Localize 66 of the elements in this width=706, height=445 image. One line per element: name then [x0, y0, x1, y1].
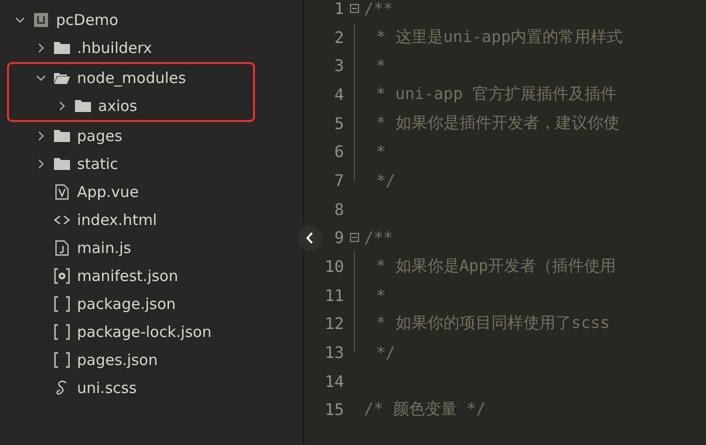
chevron-left-icon — [306, 232, 314, 244]
code-comment: */ — [375, 170, 396, 190]
file-name[interactable]: manifest.json — [77, 267, 178, 285]
sass-icon — [55, 380, 69, 396]
line-number: 6 — [333, 142, 344, 162]
folder-name[interactable]: axios — [98, 97, 138, 115]
code-comment: /** — [364, 0, 393, 18]
line-number: 10 — [324, 257, 344, 276]
code-comment: */ — [375, 343, 396, 362]
line-number: 4 — [333, 84, 344, 104]
code-comment: * 如果你是插件开发者，建议你使 — [375, 112, 620, 134]
vue-file-icon — [55, 184, 69, 200]
code-comment: * 如果你是App开发者（插件使用 — [375, 256, 616, 278]
code-comment: * — [375, 56, 386, 76]
folder-icon — [74, 99, 92, 113]
code-comment: /* 颜色变量 */ — [364, 399, 486, 420]
chevron-down-icon[interactable] — [36, 73, 46, 83]
folder-name[interactable]: .hbuilderx — [77, 39, 152, 57]
folder-name[interactable]: node_modules — [77, 69, 186, 87]
folder-icon — [53, 41, 71, 55]
chevron-right-icon[interactable] — [36, 159, 46, 169]
file-name[interactable]: package-lock.json — [77, 323, 212, 341]
chevron-right-icon[interactable] — [36, 131, 46, 141]
js-file-icon — [55, 240, 69, 256]
line-number: 9 — [333, 228, 344, 248]
line-number: 8 — [333, 200, 344, 219]
file-name[interactable]: package.json — [77, 295, 176, 313]
code-comment: * 如果你的项目同样使用了scss — [375, 313, 610, 334]
chevron-down-icon[interactable] — [15, 15, 25, 25]
code-comment: /** — [364, 228, 393, 248]
line-number: 5 — [333, 114, 344, 133]
gear-file-icon — [54, 268, 70, 284]
file-name[interactable]: uni.scss — [77, 379, 137, 397]
fold-toggle-icon[interactable] — [350, 233, 358, 242]
file-name[interactable]: index.html — [77, 211, 157, 229]
line-number: 14 — [324, 372, 344, 391]
open-folder-icon — [53, 71, 71, 85]
folder-name[interactable]: static — [77, 155, 118, 173]
code-comment: * — [375, 142, 386, 162]
code-comment: * — [375, 286, 386, 305]
brackets-icon — [54, 324, 70, 340]
folder-name[interactable]: pages — [77, 127, 122, 145]
line-number: 1 — [333, 0, 344, 18]
line-number: 15 — [324, 400, 344, 420]
line-number: 7 — [333, 170, 344, 190]
folder-icon — [53, 157, 71, 171]
brackets-icon — [54, 296, 70, 312]
project-icon — [33, 12, 49, 28]
file-name[interactable]: App.vue — [77, 183, 139, 201]
file-name[interactable]: main.js — [77, 239, 132, 257]
line-number: 11 — [324, 286, 344, 305]
brackets-icon — [54, 352, 70, 368]
chevron-right-icon[interactable] — [36, 43, 46, 53]
line-number: 12 — [324, 314, 344, 334]
code-brackets-icon — [54, 215, 70, 225]
line-number: 2 — [333, 28, 344, 47]
line-number: 3 — [333, 56, 344, 76]
folder-icon — [53, 129, 71, 143]
fold-toggle-icon[interactable] — [350, 4, 358, 13]
code-comment: * uni-app 官方扩展插件及插件 — [375, 84, 616, 105]
line-number: 13 — [324, 343, 344, 362]
folder-name[interactable]: pcDemo — [56, 11, 118, 29]
chevron-right-icon[interactable] — [57, 101, 67, 111]
collapse-button[interactable] — [298, 225, 322, 251]
file-name[interactable]: pages.json — [77, 351, 158, 369]
code-comment: * 这里是uni-app内置的常用样式 — [375, 26, 623, 48]
